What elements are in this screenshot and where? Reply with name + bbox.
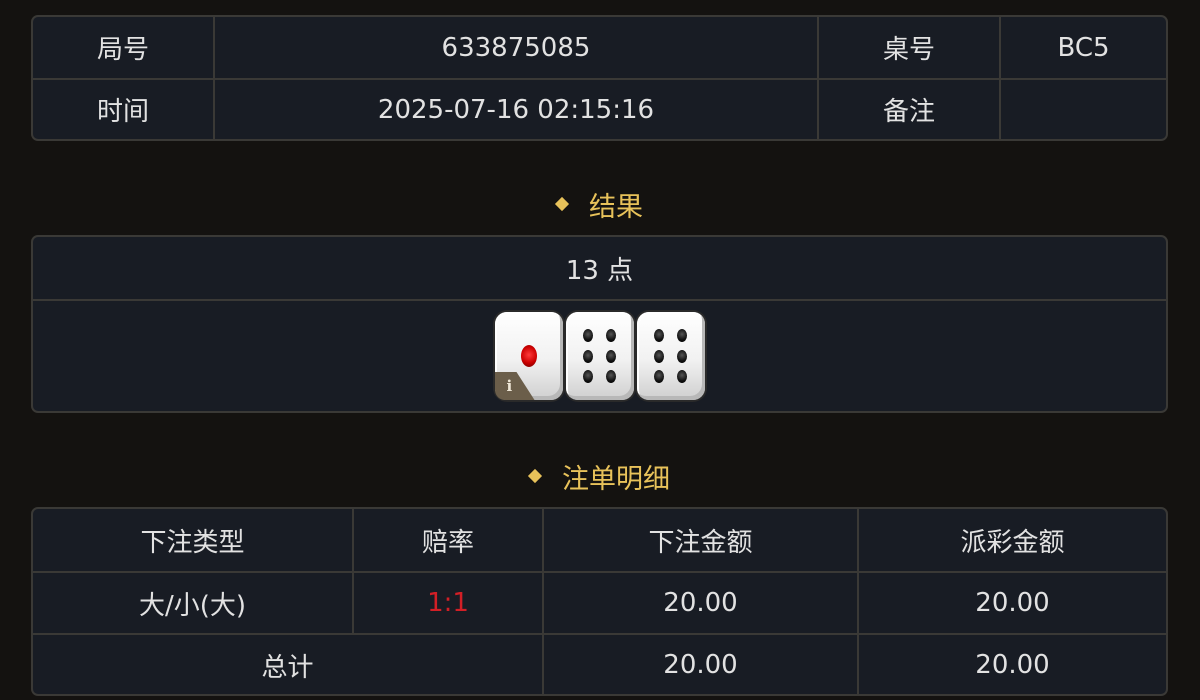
result-title-text: 结果 xyxy=(589,191,643,223)
die-pip xyxy=(653,329,664,343)
total-stake: 20.00 xyxy=(542,635,857,694)
die-pip xyxy=(606,369,617,383)
bet-header-row: 下注类型 赔率 下注金额 派彩金额 xyxy=(33,509,1166,571)
dice-group: i xyxy=(33,301,1166,411)
points-row: 13 点 xyxy=(33,237,1166,299)
diamond-icon xyxy=(527,468,543,484)
die-pip xyxy=(520,345,537,367)
die-pip xyxy=(582,329,593,343)
round-info-table: 局号 633875085 桌号 BC5 时间 2025-07-16 02:15:… xyxy=(31,15,1168,141)
header-stake: 下注金额 xyxy=(542,509,857,571)
total-payout: 20.00 xyxy=(857,635,1166,694)
die-pip xyxy=(677,329,688,343)
die-face-1: i xyxy=(494,312,563,400)
die-pip xyxy=(582,369,593,383)
die-face-3 xyxy=(636,312,705,400)
diamond-icon xyxy=(554,196,570,212)
time-info-row: 时间 2025-07-16 02:15:16 备注 xyxy=(33,78,1166,139)
table-label: 桌号 xyxy=(817,17,999,78)
die-pip xyxy=(606,349,617,363)
stake-value: 20.00 xyxy=(542,573,857,633)
round-value: 633875085 xyxy=(213,17,817,78)
time-value: 2025-07-16 02:15:16 xyxy=(213,80,817,139)
result-table: 13 点 i xyxy=(31,235,1168,413)
die-pip xyxy=(677,369,688,383)
die-pip xyxy=(653,349,664,363)
die-pip xyxy=(653,369,664,383)
die-face-2 xyxy=(565,312,634,400)
bets-section-title: 注单明细 xyxy=(0,458,1200,495)
die-pip xyxy=(582,349,593,363)
bet-type-value: 大/小(大) xyxy=(138,590,247,621)
header-payout: 派彩金额 xyxy=(857,509,1166,571)
header-odds: 赔率 xyxy=(352,509,542,571)
info-icon[interactable]: i xyxy=(494,372,535,400)
round-info-row: 局号 633875085 桌号 BC5 xyxy=(33,17,1166,78)
table-value: BC5 xyxy=(999,17,1166,78)
die-pip xyxy=(677,349,688,363)
bets-title-text: 注单明细 xyxy=(562,463,670,495)
points-text: 13 点 xyxy=(565,255,634,286)
bet-detail-page: 局号 633875085 桌号 BC5 时间 2025-07-16 02:15:… xyxy=(0,0,1200,700)
round-label: 局号 xyxy=(96,35,149,65)
die-pip xyxy=(606,329,617,343)
table-row: 大/小(大) 1:1 20.00 20.00 xyxy=(33,571,1166,633)
remark-value xyxy=(999,80,1166,139)
total-row: 总计 20.00 20.00 xyxy=(33,633,1166,694)
odds-value: 1:1 xyxy=(352,573,542,633)
header-bet-type: 下注类型 xyxy=(140,527,245,558)
payout-value: 20.00 xyxy=(857,573,1166,633)
remark-label: 备注 xyxy=(817,80,999,139)
result-section-title: 结果 xyxy=(0,186,1200,223)
time-label: 时间 xyxy=(96,97,149,127)
bet-detail-table: 下注类型 赔率 下注金额 派彩金额 大/小(大) 1:1 20.00 20.00… xyxy=(31,507,1168,696)
total-label: 总计 xyxy=(261,652,314,683)
dice-row: i xyxy=(33,299,1166,411)
